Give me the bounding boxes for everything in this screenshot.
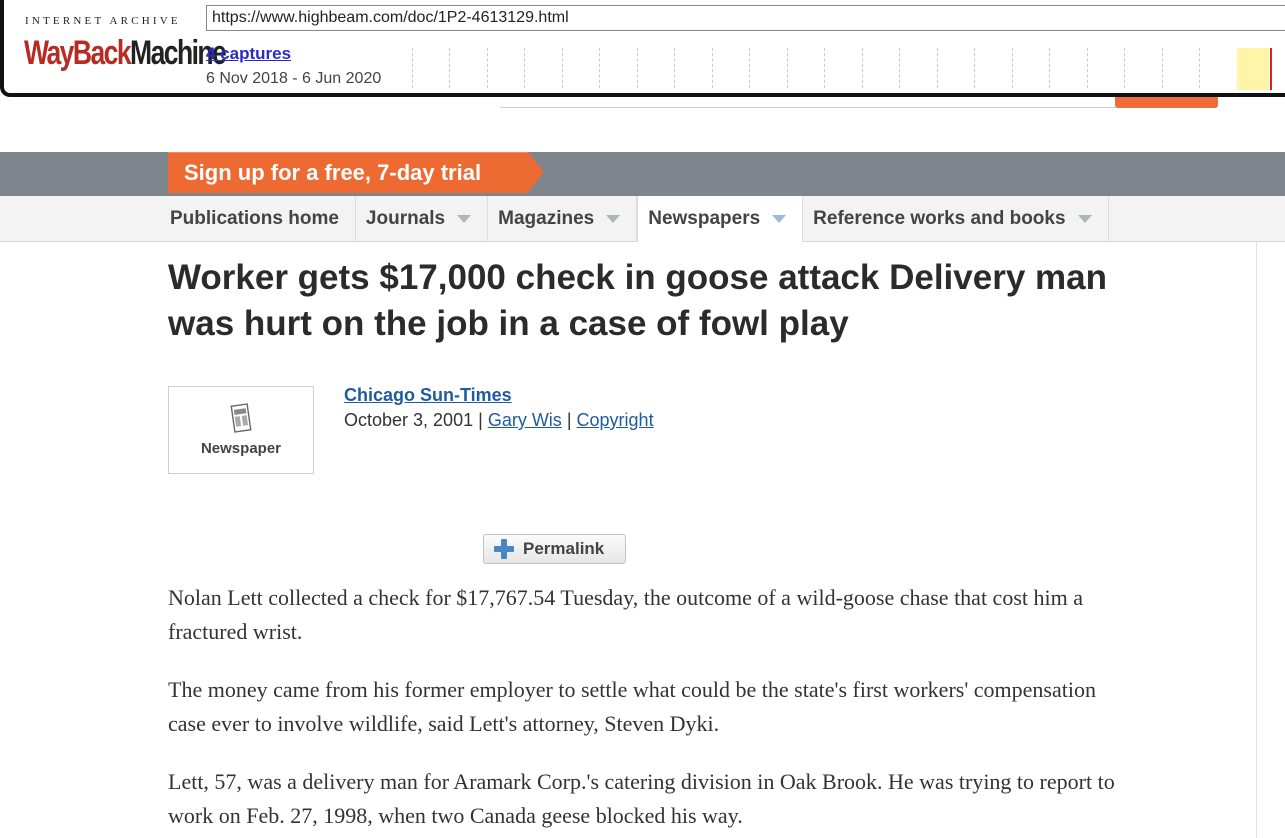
byline-separator: | — [566, 410, 572, 430]
article-paragraph: Lett, 57, was a delivery man for Aramark… — [168, 769, 1115, 828]
publications-nav: Publications home Journals Magazines New… — [0, 196, 1285, 242]
article-paragraph: Nolan Lett collected a check for $17,767… — [168, 585, 1083, 644]
byline-separator: | — [478, 410, 483, 430]
plus-icon — [494, 539, 514, 559]
nav-magazines[interactable]: Magazines — [488, 196, 638, 242]
chevron-down-icon — [1077, 215, 1092, 223]
chevron-down-icon — [457, 215, 472, 223]
content-divider — [1256, 242, 1257, 838]
chevron-down-icon — [772, 215, 787, 223]
nav-publications-home[interactable]: Publications home — [160, 196, 356, 242]
author-link[interactable]: Gary Wis — [488, 410, 562, 430]
wayback-logo-top-text: INTERNET ARCHIVE — [25, 15, 181, 27]
permalink-button[interactable]: Permalink — [483, 534, 626, 564]
publication-name-link[interactable]: Chicago Sun-Times — [344, 385, 512, 406]
free-trial-banner[interactable]: Sign up for a free, 7-day trial — [168, 152, 546, 193]
capture-date-range: 6 Nov 2018 - 6 Jun 2020 — [206, 70, 382, 87]
capture-timeline[interactable] — [408, 48, 1284, 92]
newspaper-icon — [230, 403, 252, 433]
copyright-link[interactable]: Copyright — [577, 410, 654, 430]
chevron-down-icon — [606, 215, 621, 223]
captures-link[interactable]: 4 captures — [206, 44, 291, 64]
article-paragraph: The money came from his former employer … — [168, 677, 1096, 736]
publication-type-label: Newspaper — [200, 440, 282, 457]
wayback-toolbar: INTERNET ARCHIVE WayBackMachine https://… — [0, 0, 1285, 103]
wayback-logo-wordmark: WayBackMachine — [24, 34, 227, 72]
article-byline: October 3, 2001 | Gary Wis | Copyright — [344, 410, 654, 431]
nav-reference-works[interactable]: Reference works and books — [803, 196, 1109, 242]
nav-newspapers[interactable]: Newspapers — [637, 196, 804, 242]
nav-journals[interactable]: Journals — [356, 196, 489, 242]
free-trial-label: Sign up for a free, 7-day trial — [184, 160, 482, 185]
article-date: October 3, 2001 — [344, 410, 474, 430]
wayback-logo[interactable]: INTERNET ARCHIVE WayBackMachine — [18, 14, 227, 76]
publication-thumbnail[interactable]: Newspaper — [168, 386, 314, 474]
timeline-capture-marker[interactable] — [1270, 48, 1272, 90]
article-headline: Worker gets $17,000 check in goose attac… — [168, 258, 1107, 343]
wayback-url-input[interactable]: https://www.highbeam.com/doc/1P2-4613129… — [206, 5, 1285, 31]
timeline-current-year[interactable] — [1237, 48, 1269, 90]
permalink-label: Permalink — [523, 539, 605, 558]
